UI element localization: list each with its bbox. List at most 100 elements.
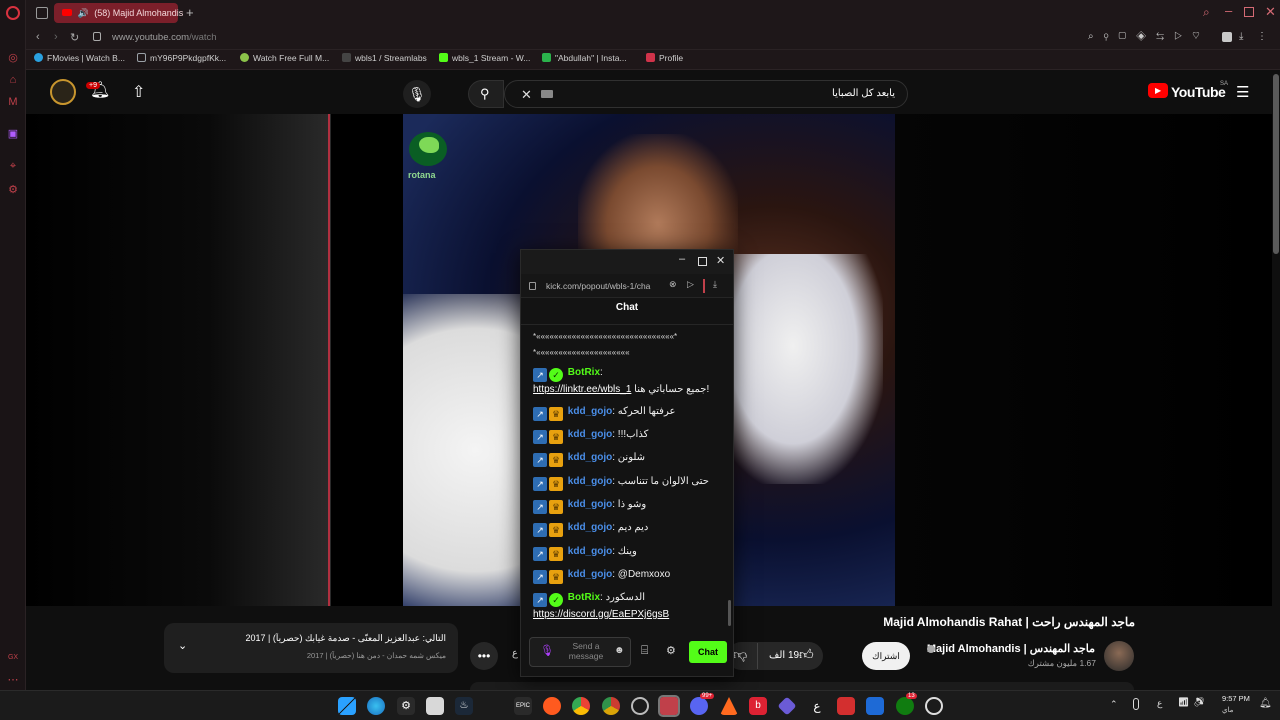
chat-username[interactable]: kdd_gojo xyxy=(568,476,612,487)
chat-username[interactable]: BotRix xyxy=(568,367,600,378)
search-input[interactable]: ✕ يابعد كل الصبايا xyxy=(504,80,908,108)
edge-icon[interactable] xyxy=(367,697,385,715)
channel-avatar[interactable] xyxy=(1104,641,1134,671)
speed-dial-icon[interactable]: ◎ xyxy=(7,52,19,64)
bag-icon[interactable]: ⌂ xyxy=(7,74,19,86)
minimize-icon[interactable]: – xyxy=(1225,3,1232,18)
like-icon[interactable]: 👍︎ xyxy=(799,646,814,663)
mail-icon[interactable]: M xyxy=(7,96,19,108)
chat-username[interactable]: kdd_gojo xyxy=(568,452,612,463)
diamond-app-icon[interactable] xyxy=(777,696,797,716)
chat-settings-icon[interactable]: ⚙ xyxy=(666,644,676,657)
tab-youtube[interactable]: 🔊 (58) Majid Almohandis xyxy=(54,3,183,23)
subscribe-button[interactable]: اشتراك xyxy=(862,642,910,670)
url-field[interactable]: www.youtube.com/watch xyxy=(112,32,217,43)
camera-app-icon[interactable] xyxy=(925,697,943,715)
bookmark-4[interactable]: wbls_1 Stream - W... xyxy=(439,53,530,63)
clear-search-icon[interactable]: ✕ xyxy=(521,87,532,103)
popup-download-icon[interactable]: ⤓ xyxy=(713,279,717,290)
chat-username[interactable]: kdd_gojo xyxy=(568,522,612,533)
tab-list-icon[interactable] xyxy=(36,7,48,19)
popup-maximize-icon[interactable] xyxy=(698,257,707,266)
chrome-icon[interactable] xyxy=(572,697,590,715)
maximize-icon[interactable] xyxy=(1244,7,1254,17)
store-icon[interactable] xyxy=(426,697,444,715)
clock-date[interactable]: ماي xyxy=(1222,706,1233,714)
voice-search-icon[interactable]: 🎙︎ xyxy=(403,80,431,108)
system-tray-icons[interactable]: 📶︎🔊︎ xyxy=(1178,697,1209,708)
close-window-icon[interactable]: ✕ xyxy=(1265,4,1276,20)
popup-shield-icon[interactable]: ⊗ xyxy=(669,279,677,290)
opera-gx-icon[interactable] xyxy=(658,695,680,717)
red-app-icon[interactable] xyxy=(837,697,855,715)
popup-send-icon[interactable]: ▷ xyxy=(687,279,694,290)
back-icon[interactable]: ‹ xyxy=(36,31,40,43)
reload-icon[interactable]: ↻ xyxy=(70,31,79,44)
twitch-icon[interactable]: ▣ xyxy=(7,128,19,140)
tray-chevron-icon[interactable]: ⌃ xyxy=(1110,699,1118,710)
bookmark-0[interactable]: FMovies | Watch B... xyxy=(34,53,125,63)
search-tabs-icon[interactable]: ⌕ xyxy=(1203,5,1210,20)
new-tab-icon[interactable]: + xyxy=(186,5,194,20)
chevron-down-icon[interactable]: ⌄ xyxy=(178,639,187,652)
more-icon[interactable]: ⋯ xyxy=(7,674,19,686)
keyboard-icon[interactable] xyxy=(541,90,553,98)
share-partial-icon[interactable]: ع xyxy=(512,648,518,659)
language-indicator[interactable]: ع xyxy=(1157,698,1162,709)
address-toolbar-icons[interactable]: ⌕⚲▢◈⇆▷♡ xyxy=(1088,31,1210,42)
bookmark-3[interactable]: wbls1 / Streamlabs xyxy=(342,53,427,63)
epic-games-icon[interactable]: EPIC xyxy=(514,697,532,715)
bookmark-6[interactable]: Profile xyxy=(646,53,683,63)
opera-logo-icon[interactable] xyxy=(6,6,20,20)
chat-username[interactable]: kdd_gojo xyxy=(568,499,612,510)
channel-name[interactable]: ماجد المهندس | Majid Almohandis xyxy=(920,642,1095,655)
upload-icon[interactable]: ⇧ xyxy=(132,82,145,102)
popup-url[interactable]: kick.com/popout/wbls-1/cha xyxy=(546,281,662,291)
windows-start-icon[interactable] xyxy=(338,697,356,715)
extensions-icon[interactable]: ⋮ xyxy=(1257,31,1267,42)
youtube-logo-text[interactable]: YouTube xyxy=(1171,84,1226,100)
settings-gear-icon[interactable]: ⚙ xyxy=(397,697,415,715)
bookmark-2[interactable]: Watch Free Full M... xyxy=(240,53,329,63)
gift-icon[interactable]: ⌸ xyxy=(641,643,648,658)
page-scrollbar[interactable] xyxy=(1272,70,1280,690)
chat-link[interactable]: https://discord.gg/EaEPXj6gsB xyxy=(533,609,669,620)
youtube-logo-icon[interactable]: ▶ xyxy=(1148,83,1168,98)
chat-username[interactable]: kdd_gojo xyxy=(568,406,612,417)
obs-icon[interactable] xyxy=(631,697,649,715)
emoji-icon[interactable]: ☻ xyxy=(614,645,625,656)
discord-icon[interactable] xyxy=(690,697,708,715)
blue-app-icon[interactable] xyxy=(866,697,884,715)
page-scrollbar-thumb[interactable] xyxy=(1273,74,1279,254)
pin-icon[interactable]: ⌖ xyxy=(7,160,19,172)
forward-icon[interactable]: › xyxy=(54,31,58,43)
chat-send-button[interactable]: Chat xyxy=(689,641,727,663)
send-message-input[interactable]: 🎙︎ Send a message ☻ xyxy=(529,637,631,667)
settings-icon[interactable]: ⚙ xyxy=(7,184,19,196)
chat-link[interactable]: https://linktr.ee/wbls_1 xyxy=(533,384,631,395)
xbox-icon[interactable] xyxy=(896,697,914,715)
clock-time[interactable]: 9:57 PM xyxy=(1222,694,1250,703)
chrome-alt-icon[interactable] xyxy=(602,697,620,715)
orange-app-icon[interactable] xyxy=(543,697,561,715)
more-actions-button[interactable]: ••• xyxy=(470,642,498,670)
steam-icon[interactable]: ♨ xyxy=(455,697,473,715)
notification-bell-icon[interactable]: 🔔︎ xyxy=(1259,698,1272,709)
chat-username[interactable]: kdd_gojo xyxy=(568,569,612,580)
chat-username[interactable]: kdd_gojo xyxy=(568,429,612,440)
vlc-icon[interactable] xyxy=(720,697,738,715)
bookmark-5[interactable]: "Abdullah" | Insta... xyxy=(542,53,627,63)
pen-icon[interactable] xyxy=(1133,698,1139,710)
chat-scrollbar[interactable] xyxy=(728,600,731,626)
download-icon[interactable]: ⤓ xyxy=(1239,31,1243,42)
menu-icon[interactable]: ☰ xyxy=(1236,83,1249,101)
search-button[interactable]: ⚲ xyxy=(468,80,504,108)
popup-minimize-icon[interactable]: – xyxy=(679,253,685,265)
avatar[interactable] xyxy=(50,79,76,105)
bookmark-1[interactable]: mY96P9PkdgpfKk... xyxy=(137,53,226,63)
chat-username[interactable]: BotRix xyxy=(568,592,600,603)
brave-icon[interactable]: b xyxy=(749,697,767,715)
arabic-app-icon[interactable]: ع xyxy=(808,697,826,715)
dislike-icon[interactable]: 👎︎ xyxy=(733,646,747,663)
up-next-card[interactable]: ⌄ التالي: عبدالعزيز المعنّى - صدمة غيابك… xyxy=(164,623,458,673)
